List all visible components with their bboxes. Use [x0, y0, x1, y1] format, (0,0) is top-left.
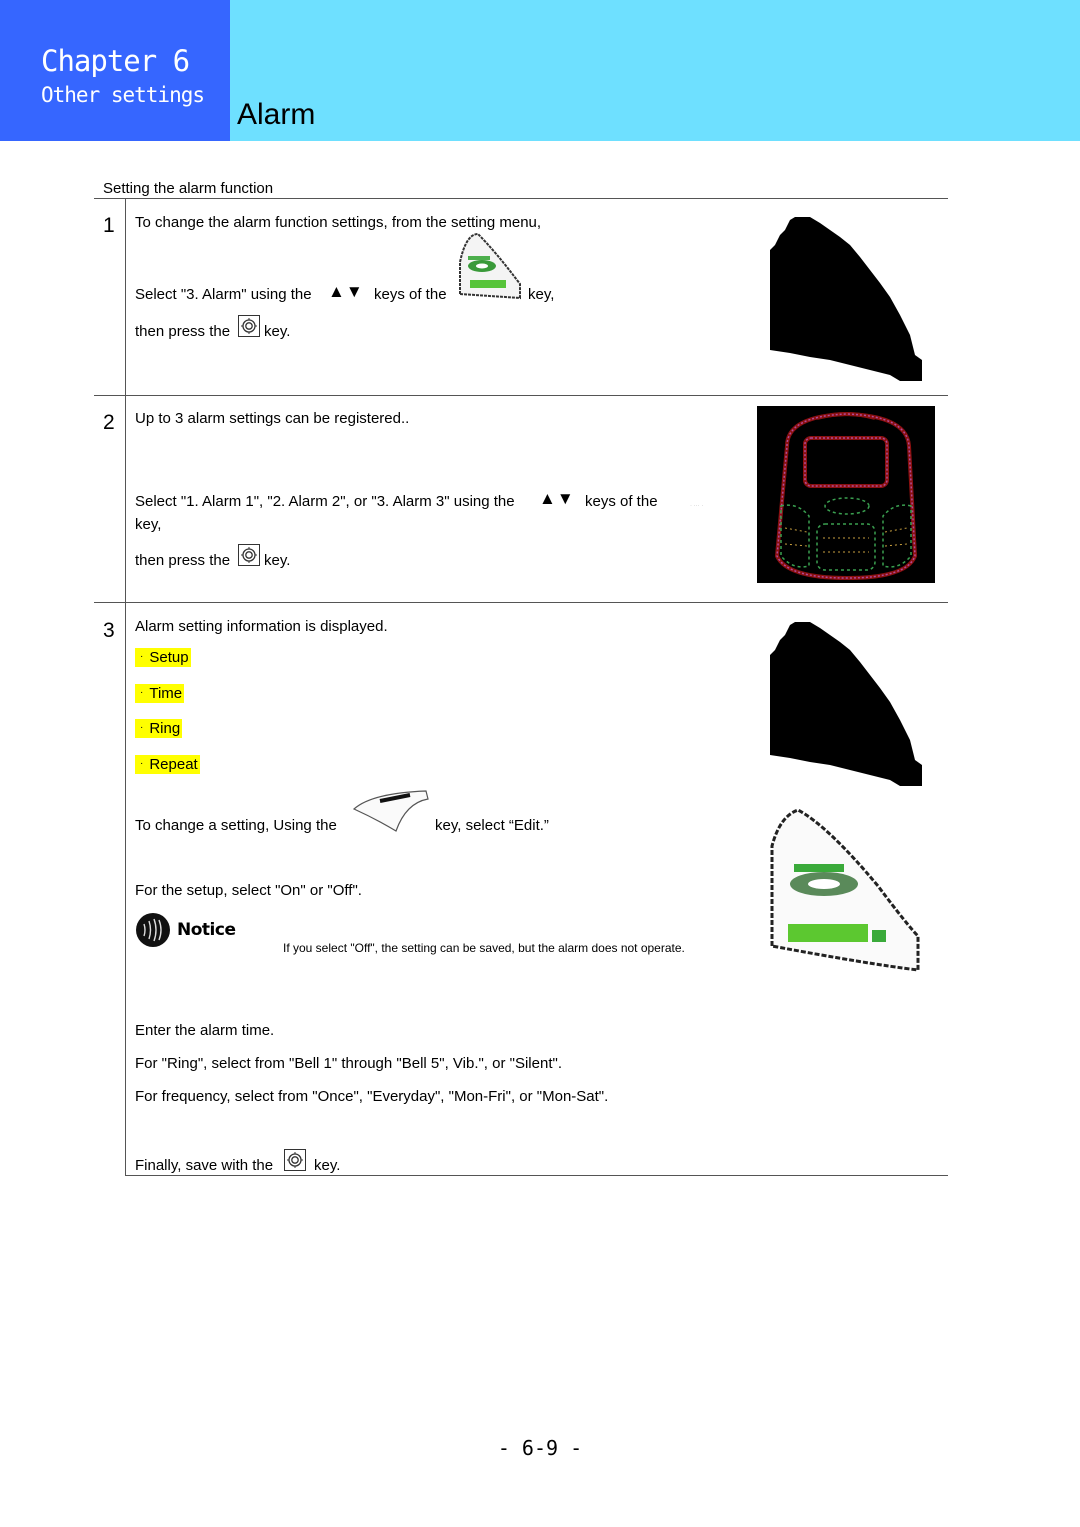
send-key-icon [459, 232, 521, 300]
step-text: key. [314, 1157, 341, 1174]
row-divider [94, 602, 948, 603]
step-text: then press the [135, 552, 231, 569]
soft-key-icon [352, 790, 429, 832]
step-text: Finally, save with the [135, 1157, 274, 1174]
step-text: Alarm setting information is displayed. [135, 618, 388, 635]
table-column-divider [125, 199, 126, 1175]
row-divider [94, 395, 948, 396]
step-text: key, [528, 286, 555, 303]
step-text: For the setup, select "On" or "Off". [135, 882, 362, 899]
step-text: Up to 3 alarm settings can be registered… [135, 410, 410, 427]
step-text: Enter the alarm time. [135, 1022, 275, 1039]
step-text: keys of the [585, 493, 658, 510]
phone-illustration-icon [757, 406, 935, 583]
up-down-arrow-keys-icon: ▲▼ [328, 282, 364, 301]
step-text: key. [264, 552, 291, 569]
notice-label: Notice [177, 920, 236, 940]
notice-badge: Notice [134, 911, 264, 949]
chapter-subtitle: Other settings [41, 83, 205, 107]
ok-key-icon [238, 315, 260, 337]
table-bottom-border [125, 1175, 948, 1176]
notice-text: If you select "Off", the setting can be … [283, 941, 685, 955]
section-title: Setting the alarm function [103, 180, 274, 197]
bullet-icon: · [140, 687, 144, 698]
ok-key-icon [238, 544, 260, 566]
bullet-icon: · [140, 722, 144, 733]
up-down-arrow-keys-icon: ▲▼ [539, 489, 575, 508]
step-text: key, select “Edit.” [435, 817, 549, 834]
bullet-icon: · [140, 651, 144, 662]
page-number: - 6-9 - [497, 1436, 583, 1460]
chapter-label: Chapter 6 [41, 44, 190, 78]
setting-item-setup: · Setup [135, 648, 191, 667]
send-key-placeholder-icon: · ··· · [690, 503, 704, 509]
step-text: Select "1. Alarm 1", "2. Alarm 2", or "3… [135, 493, 515, 510]
page-title: Alarm [237, 98, 316, 131]
step-number: 2 [103, 411, 115, 434]
speaker-icon [136, 913, 170, 947]
step-number: 3 [103, 619, 115, 642]
send-key-large-icon [770, 808, 920, 972]
step-text: key, [135, 516, 162, 533]
setting-item-time: · Time [135, 684, 185, 703]
step-text: To change the alarm function settings, f… [135, 214, 542, 231]
section-divider [94, 198, 948, 199]
ok-key-icon [284, 1149, 306, 1171]
bullet-icon: · [140, 758, 144, 769]
setting-item-ring: · Ring [135, 719, 183, 738]
phone-silhouette-icon [770, 622, 922, 786]
title-banner [230, 0, 1080, 141]
step-text: keys of the [374, 286, 447, 303]
phone-silhouette-icon [770, 217, 922, 381]
step-text: then press the [135, 323, 231, 340]
setting-item-repeat: · Repeat [135, 755, 200, 774]
step-text: key. [264, 323, 291, 340]
step-text: Select "3. Alarm" using the [135, 286, 312, 303]
step-text: For "Ring", select from "Bell 1" through… [135, 1055, 562, 1072]
step-text: To change a setting, Using the [135, 817, 337, 834]
step-number: 1 [103, 214, 115, 237]
chapter-banner: Chapter 6 Other settings [0, 0, 230, 141]
step-text: For frequency, select from "Once", "Ever… [135, 1088, 609, 1105]
